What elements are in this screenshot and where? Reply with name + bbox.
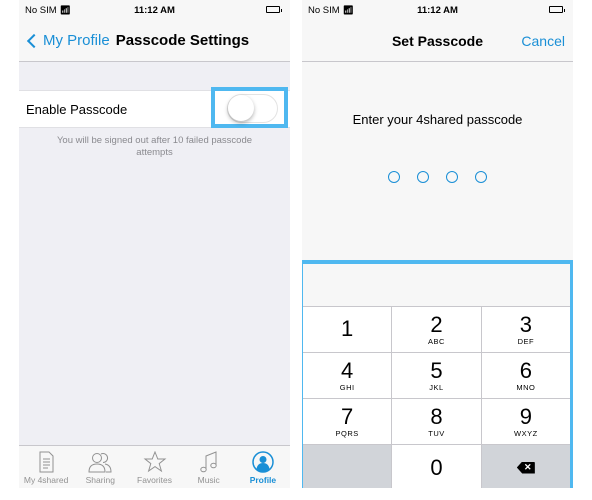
enable-passcode-label: Enable Passcode bbox=[26, 101, 128, 117]
tab-label: Favorites bbox=[137, 475, 172, 485]
back-button[interactable]: My Profile bbox=[19, 32, 110, 49]
key-6[interactable]: 6 MNO bbox=[481, 353, 570, 398]
tab-my-4shared[interactable]: My 4shared bbox=[19, 446, 73, 488]
key-letters: ABC bbox=[428, 336, 445, 346]
key-number: 2 bbox=[430, 311, 443, 337]
chevron-left-icon bbox=[26, 33, 42, 48]
key-number: 0 bbox=[430, 454, 443, 480]
tab-bar: My 4shared Sharing Favorites Music Profi… bbox=[19, 445, 290, 488]
tab-label: Music bbox=[197, 475, 220, 485]
keypad-highlight-box: 1 2 ABC 3 DEF 4 GHI 5 JKL 6 MNO 7 PQRS 8… bbox=[302, 260, 573, 488]
key-7[interactable]: 7 PQRS bbox=[303, 399, 392, 444]
key-number: 1 bbox=[341, 316, 354, 341]
users-icon bbox=[88, 453, 112, 473]
backspace-key[interactable]: ✕ bbox=[481, 445, 570, 488]
key-number: 9 bbox=[519, 403, 532, 429]
back-label: My Profile bbox=[43, 32, 110, 49]
key-3[interactable]: 3 DEF bbox=[481, 307, 570, 352]
key-1[interactable]: 1 bbox=[303, 307, 392, 352]
set-passcode-screen: No SIM 📶︎ 11:12 AM Set Passcode Cancel E… bbox=[302, 0, 573, 488]
navigation-bar: My Profile Passcode Settings bbox=[19, 20, 290, 62]
key-number: 3 bbox=[519, 311, 532, 337]
key-4[interactable]: 4 GHI bbox=[303, 353, 392, 398]
status-bar: No SIM 📶︎ 11:12 AM bbox=[302, 0, 573, 20]
passcode-dot bbox=[475, 171, 487, 183]
key-letters: TUV bbox=[428, 428, 445, 438]
key-letters: MNO bbox=[516, 382, 536, 392]
key-letters: WXYZ bbox=[513, 428, 538, 438]
backspace-icon: ✕ bbox=[516, 461, 535, 474]
battery-icon bbox=[266, 6, 282, 13]
status-time: 11:12 AM bbox=[417, 4, 458, 16]
key-2[interactable]: 2 ABC bbox=[392, 307, 481, 352]
profile-icon bbox=[252, 451, 274, 473]
tab-sharing[interactable]: Sharing bbox=[73, 446, 127, 488]
document-icon bbox=[39, 451, 54, 473]
key-letters: GHI bbox=[339, 382, 355, 392]
key-9[interactable]: 9 WXYZ bbox=[481, 399, 570, 444]
key-number: 8 bbox=[430, 403, 443, 429]
passcode-dots bbox=[302, 171, 573, 183]
music-note-icon bbox=[200, 451, 217, 473]
tab-favorites[interactable]: Favorites bbox=[127, 446, 181, 488]
key-number: 4 bbox=[341, 357, 354, 383]
key-blank bbox=[303, 445, 392, 488]
tab-label: My 4shared bbox=[23, 475, 69, 485]
numeric-keypad: 1 2 ABC 3 DEF 4 GHI 5 JKL 6 MNO 7 PQRS 8… bbox=[303, 306, 570, 488]
status-bar: No SIM 📶︎ 11:12 AM bbox=[19, 0, 290, 20]
passcode-dot bbox=[446, 171, 458, 183]
battery-icon bbox=[549, 6, 565, 13]
key-letters: DEF bbox=[517, 336, 535, 346]
passcode-prompt: Enter your 4shared passcode bbox=[352, 112, 523, 127]
passcode-settings-screen: No SIM 📶︎ 11:12 AM My Profile Passcode S… bbox=[19, 0, 290, 488]
key-0[interactable]: 0 bbox=[392, 445, 481, 488]
tab-music[interactable]: Music bbox=[182, 446, 236, 488]
tab-label: Profile bbox=[249, 475, 277, 485]
navigation-bar: Set Passcode Cancel bbox=[302, 20, 573, 62]
key-8[interactable]: 8 TUV bbox=[392, 399, 481, 444]
tab-profile[interactable]: Profile bbox=[236, 446, 290, 488]
failed-attempts-note: You will be signed out after 10 failed p… bbox=[56, 135, 253, 158]
key-letters: JKL bbox=[429, 382, 444, 392]
key-number: 7 bbox=[341, 403, 354, 429]
key-letters: PQRS bbox=[335, 428, 359, 438]
page-title: Passcode Settings bbox=[115, 32, 250, 49]
passcode-dot bbox=[388, 171, 400, 183]
key-number: 6 bbox=[519, 357, 532, 383]
status-time: 11:12 AM bbox=[134, 4, 175, 16]
tab-label: Sharing bbox=[85, 475, 115, 485]
passcode-dot bbox=[417, 171, 429, 183]
key-number: 5 bbox=[430, 357, 443, 383]
toggle-knob bbox=[228, 95, 254, 121]
key-5[interactable]: 5 JKL bbox=[392, 353, 481, 398]
cancel-button[interactable]: Cancel bbox=[521, 33, 565, 49]
star-icon bbox=[143, 451, 166, 473]
enable-passcode-toggle[interactable] bbox=[227, 94, 278, 123]
